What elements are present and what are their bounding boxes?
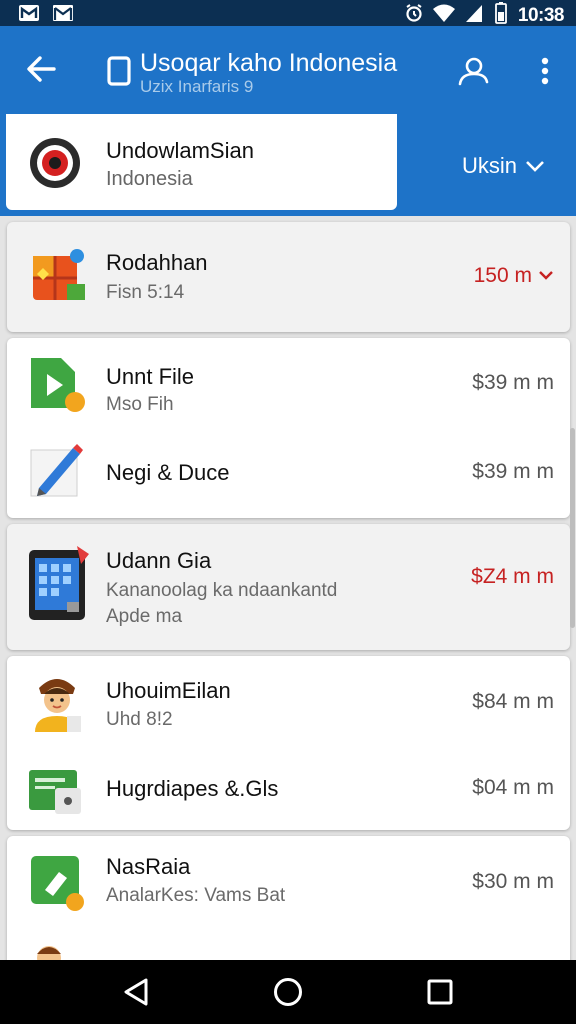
nav-recents-button[interactable] <box>422 974 458 1010</box>
item-value: $39 m m <box>472 460 554 483</box>
circle-home-icon <box>274 978 302 1006</box>
chevron-down-icon <box>526 161 544 172</box>
item-card: Unnt File Mso Fih $39 m m Negi & Duce $3… <box>7 338 570 518</box>
list-item[interactable]: Negi & Duce $39 m m <box>7 430 570 518</box>
wifi-icon <box>432 3 456 28</box>
green-tag-icon <box>27 852 87 912</box>
navigation-bar <box>0 960 576 1024</box>
pencil-note-icon <box>27 440 87 500</box>
battery-icon <box>492 2 510 29</box>
item-subtitle-secondary: Apde ma <box>106 606 183 627</box>
list-item[interactable]: Hugrdiapes &.Gls $04 m m <box>7 748 570 830</box>
calendar-grid-icon <box>27 546 91 622</box>
gift-icon <box>27 244 87 304</box>
record-logo-icon <box>28 136 82 190</box>
back-button[interactable] <box>22 52 60 86</box>
more-options-button[interactable] <box>532 54 558 88</box>
item-value: $04 m m <box>472 776 554 799</box>
green-card-icon <box>27 758 87 818</box>
item-title: Udann Gia <box>106 548 212 573</box>
item-title: Rodahhan <box>106 250 208 275</box>
alarm-icon <box>404 3 424 28</box>
status-time: 10:38 <box>517 4 565 26</box>
list-item[interactable]: Udann Gia Kananoolag ka ndaankantd Apde … <box>7 524 570 650</box>
item-value: 150 m <box>474 264 554 288</box>
region-selector-label: Uksin <box>462 153 518 178</box>
item-subtitle: AnalarKes: Vams Bat <box>106 885 286 906</box>
page-subtitle: Uzix Inarfaris 9 <box>140 77 254 96</box>
chevron-down-icon <box>539 271 553 280</box>
app-bar: Usoqar kaho Indonesia Uzix Inarfaris 9 <box>0 26 576 114</box>
account-name: UndowlamSian <box>106 138 254 163</box>
list-item[interactable]: Unnt File Mso Fih $39 m m <box>7 338 570 430</box>
item-subtitle: Kananoolag ka ndaankantd <box>106 580 338 601</box>
item-subtitle: Fisn 5:14 <box>106 282 185 303</box>
signal-icon <box>464 3 484 28</box>
item-title: Negi & Duce <box>106 460 230 485</box>
account-card[interactable]: UndowlamSian Indonesia <box>6 114 397 210</box>
m-icon <box>18 3 40 22</box>
item-title: UhouimEilan <box>106 678 231 703</box>
region-selector[interactable]: Uksin <box>462 150 545 182</box>
nav-back-button[interactable] <box>118 974 154 1010</box>
list-item[interactable]: UhouimEilan Uhd 8!2 $84 m m <box>7 656 570 748</box>
item-card: Rodahhan Fisn 5:14 150 m <box>7 222 570 332</box>
item-title: Hugrdiapes &.Gls <box>106 776 279 801</box>
item-card: UhouimEilan Uhd 8!2 $84 m m Hugrdiapes &… <box>7 656 570 830</box>
person-avatar-icon <box>27 672 87 732</box>
list-item[interactable]: NasRaia AnalarKes: Vams Bat $30 m m <box>7 836 570 928</box>
account-button[interactable] <box>456 54 490 88</box>
item-card: Udann Gia Kananoolag ka ndaankantd Apde … <box>7 524 570 650</box>
arrow-left-icon <box>27 56 56 82</box>
account-region: Indonesia <box>106 168 193 190</box>
item-title: Unnt File <box>106 364 195 389</box>
status-bar: 10:38 <box>0 0 576 26</box>
item-subtitle: Mso Fih <box>106 394 174 415</box>
scrollbar-thumb[interactable] <box>570 428 575 628</box>
gmail-icon <box>52 3 74 22</box>
page-title: Usoqar kaho Indonesia <box>140 49 398 77</box>
green-play-icon <box>27 354 87 414</box>
item-value: $39 m m <box>472 371 554 394</box>
item-value: $30 m m <box>472 870 554 893</box>
person-icon <box>458 57 489 86</box>
triangle-back-icon <box>124 978 148 1006</box>
phone-icon <box>106 56 132 86</box>
item-title: NasRaia <box>106 854 191 879</box>
square-recents-icon <box>427 979 453 1005</box>
list-item[interactable]: Rodahhan Fisn 5:14 150 m <box>7 222 570 332</box>
item-value-text: 150 m <box>473 264 532 287</box>
item-subtitle: Uhd 8!2 <box>106 709 173 730</box>
nav-home-button[interactable] <box>270 974 306 1010</box>
item-value: $84 m m <box>472 690 554 713</box>
item-value: $Z4 m m <box>471 565 554 588</box>
more-vert-icon <box>541 57 549 85</box>
